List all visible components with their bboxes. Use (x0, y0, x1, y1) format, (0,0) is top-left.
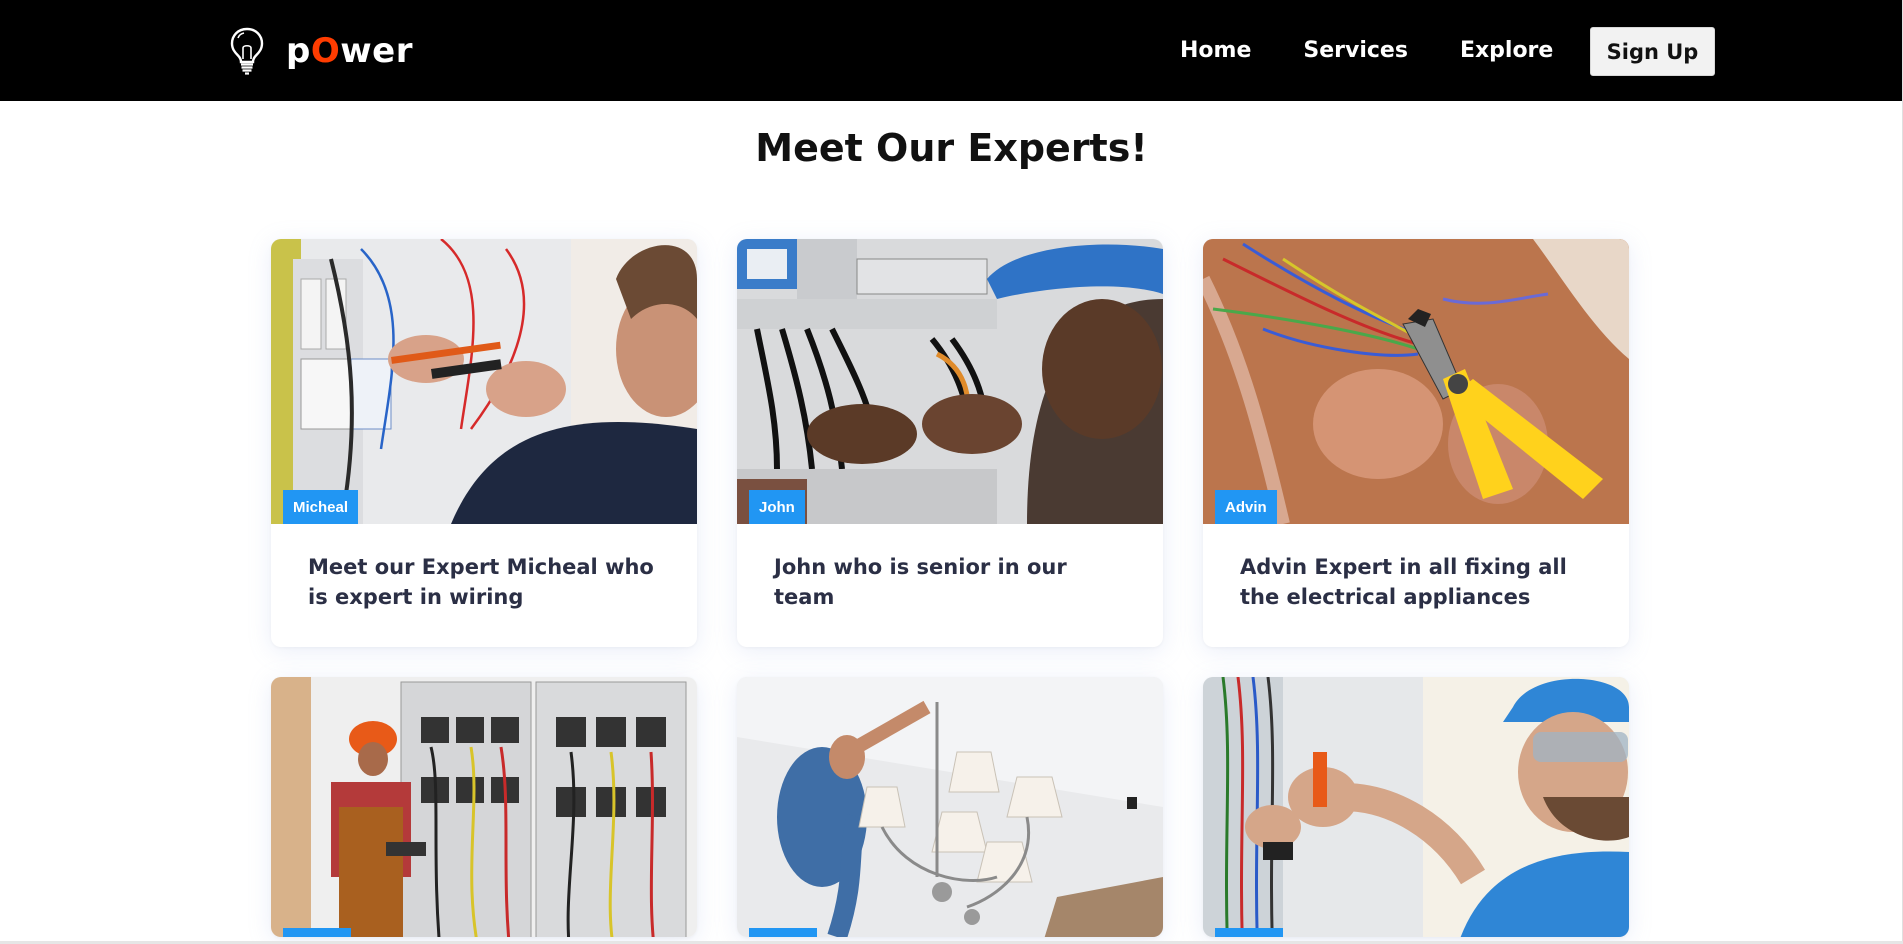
expert-name-badge (283, 928, 351, 937)
expert-name-badge: John (749, 490, 805, 524)
electrician-helmet-photo (1203, 677, 1629, 937)
expert-card-advin[interactable]: Advin Advin Expert in all fixing all the… (1203, 239, 1629, 647)
wire-stripper-photo (1203, 239, 1629, 524)
brand-logo[interactable]: p Ower (228, 26, 413, 76)
expert-photo (737, 677, 1163, 937)
expert-description: John who is senior in our team (774, 555, 1067, 609)
expert-card-john[interactable]: John John who is senior in our team (737, 239, 1163, 647)
nav-links: Home Services Explore (1180, 0, 1605, 101)
expert-photo (271, 677, 697, 937)
brand-name-suffix: wer (340, 31, 413, 71)
expert-description: Meet our Expert Micheal who is expert in… (308, 555, 654, 609)
section-title: Meet Our Experts! (755, 126, 1148, 170)
expert-card-micheal[interactable]: Micheal Meet our Expert Micheal who is e… (271, 239, 697, 647)
expert-name-badge: Micheal (283, 490, 359, 524)
expert-photo: Advin (1203, 239, 1629, 524)
expert-name-badge: Advin (1215, 490, 1277, 524)
electrician-panel-photo (737, 239, 1163, 524)
light-bulb-icon (230, 27, 264, 75)
expert-name-badge (1215, 928, 1283, 937)
expert-card-4[interactable] (271, 677, 697, 937)
expert-description: Advin Expert in all fixing all the elect… (1240, 555, 1567, 609)
expert-card-6[interactable] (1203, 677, 1629, 937)
brand-name: p Ower (286, 31, 413, 71)
brand-name-prefix: p (286, 31, 311, 71)
chandelier-install-photo (737, 677, 1163, 937)
expert-name-badge (749, 928, 817, 937)
nav-link-services[interactable]: Services (1303, 38, 1408, 63)
electrician-wiring-photo (271, 239, 697, 524)
brand-name-accent: O (310, 31, 341, 71)
expert-photo (1203, 677, 1629, 937)
nav-link-home[interactable]: Home (1180, 38, 1251, 63)
sign-up-button[interactable]: Sign Up (1590, 27, 1715, 76)
nav-link-explore[interactable]: Explore (1460, 38, 1553, 63)
expert-photo: John (737, 239, 1163, 524)
electrician-cabinet-photo (271, 677, 697, 937)
top-navbar: p Ower Home Services Explore Sign Up (0, 0, 1903, 101)
expert-card-5[interactable] (737, 677, 1163, 937)
expert-photo: Micheal (271, 239, 697, 524)
